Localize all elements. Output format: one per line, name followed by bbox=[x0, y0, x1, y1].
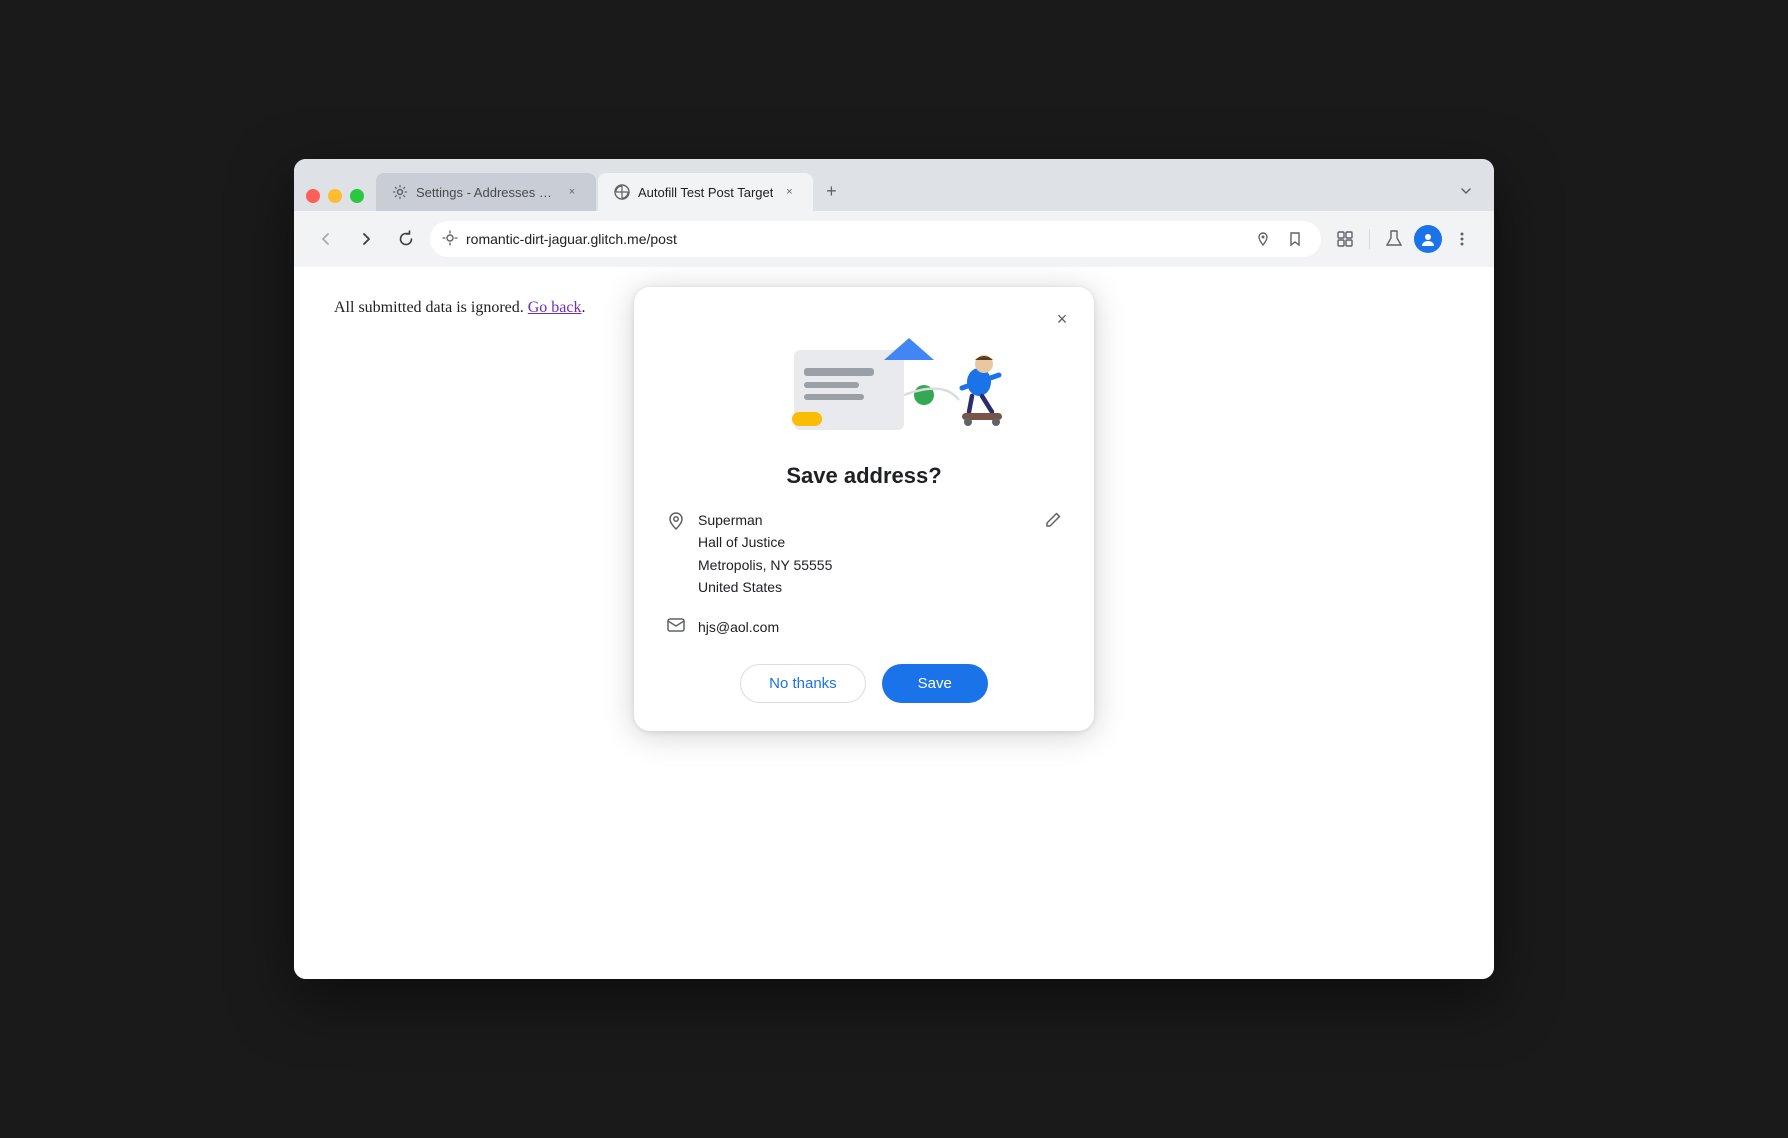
refresh-button[interactable] bbox=[390, 223, 422, 255]
tab-autofill[interactable]: Autofill Test Post Target × bbox=[598, 173, 813, 211]
lab-icon[interactable] bbox=[1378, 223, 1410, 255]
new-tab-button[interactable]: + bbox=[815, 175, 847, 207]
address-bar-icons bbox=[1249, 225, 1309, 253]
title-bar: Settings - Addresses and mo × Autofill T… bbox=[294, 159, 1494, 211]
save-button[interactable]: Save bbox=[882, 664, 988, 703]
popup-actions: No thanks Save bbox=[634, 664, 1094, 703]
save-address-popup: × bbox=[634, 287, 1094, 731]
settings-tab-label: Settings - Addresses and mo bbox=[416, 185, 556, 200]
popup-illustration bbox=[634, 315, 1094, 455]
email-row: hjs@aol.com bbox=[634, 615, 1094, 640]
extensions-icon[interactable] bbox=[1329, 223, 1361, 255]
minimize-traffic-light[interactable] bbox=[328, 189, 342, 203]
browser-window: Settings - Addresses and mo × Autofill T… bbox=[294, 159, 1494, 979]
email-icon bbox=[666, 615, 686, 640]
autofill-tab-icon bbox=[614, 184, 630, 200]
email-text: hjs@aol.com bbox=[698, 619, 779, 635]
bookmark-icon[interactable] bbox=[1281, 225, 1309, 253]
tab-dropdown-button[interactable] bbox=[1450, 175, 1482, 207]
tabs-area: Settings - Addresses and mo × Autofill T… bbox=[376, 173, 1482, 211]
security-icon bbox=[442, 230, 458, 249]
no-thanks-button[interactable]: No thanks bbox=[740, 664, 866, 703]
address-name: Superman bbox=[698, 509, 1032, 531]
address-location-icon bbox=[666, 511, 686, 536]
address-country: United States bbox=[698, 576, 1032, 598]
back-button[interactable] bbox=[310, 223, 342, 255]
profile-avatar[interactable] bbox=[1414, 225, 1442, 253]
toolbar-divider bbox=[1369, 229, 1370, 249]
address-line2: Metropolis, NY 55555 bbox=[698, 554, 1032, 576]
popup-title: Save address? bbox=[634, 463, 1094, 489]
more-menu-icon[interactable] bbox=[1446, 223, 1478, 255]
period: . bbox=[582, 299, 586, 316]
go-back-link[interactable]: Go back bbox=[528, 299, 582, 316]
forward-button[interactable] bbox=[350, 223, 382, 255]
autofill-tab-close[interactable]: × bbox=[781, 184, 797, 200]
address-row: Superman Hall of Justice Metropolis, NY … bbox=[666, 509, 1062, 599]
maximize-traffic-light[interactable] bbox=[350, 189, 364, 203]
url-text: romantic-dirt-jaguar.glitch.me/post bbox=[466, 231, 1241, 247]
address-details: Superman Hall of Justice Metropolis, NY … bbox=[698, 509, 1032, 599]
close-traffic-light[interactable] bbox=[306, 189, 320, 203]
toolbar-icons bbox=[1329, 223, 1478, 255]
autofill-tab-label: Autofill Test Post Target bbox=[638, 185, 773, 200]
edit-address-icon[interactable] bbox=[1044, 511, 1062, 534]
settings-tab-icon bbox=[392, 184, 408, 200]
settings-tab-close[interactable]: × bbox=[564, 184, 580, 200]
traffic-lights bbox=[306, 189, 364, 203]
location-icon[interactable] bbox=[1249, 225, 1277, 253]
tab-settings[interactable]: Settings - Addresses and mo × bbox=[376, 173, 596, 211]
submitted-text: All submitted data is ignored. bbox=[334, 299, 524, 316]
page-content: All submitted data is ignored. Go back. … bbox=[294, 267, 1494, 979]
address-bar[interactable]: romantic-dirt-jaguar.glitch.me/post bbox=[430, 221, 1321, 257]
address-line1: Hall of Justice bbox=[698, 531, 1032, 553]
nav-bar: romantic-dirt-jaguar.glitch.me/post bbox=[294, 211, 1494, 267]
address-info: Superman Hall of Justice Metropolis, NY … bbox=[634, 509, 1094, 599]
